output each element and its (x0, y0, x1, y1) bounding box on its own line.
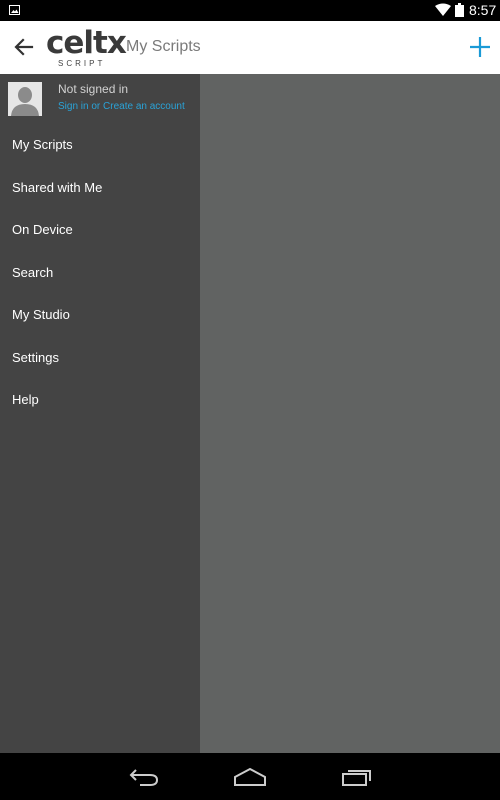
back-arrow-icon[interactable] (12, 35, 36, 59)
drawer-item-my-scripts[interactable]: My Scripts (0, 124, 200, 167)
account-status: Not signed in (58, 82, 129, 96)
logo-text: celtx (46, 25, 127, 61)
person-placeholder-icon (8, 82, 42, 116)
drawer-item-on-device[interactable]: On Device (0, 209, 200, 252)
logo-subtext: SCRIPT (58, 59, 106, 68)
content-area (200, 74, 500, 753)
nav-recents-icon[interactable] (340, 767, 374, 787)
drawer-menu: My Scripts Shared with Me On Device Sear… (0, 124, 200, 422)
status-bar: 8:57 (0, 0, 500, 21)
drawer-item-search[interactable]: Search (0, 252, 200, 295)
drawer-item-settings[interactable]: Settings (0, 337, 200, 380)
add-icon[interactable] (467, 34, 493, 60)
avatar (8, 82, 42, 116)
drawer-item-my-studio[interactable]: My Studio (0, 294, 200, 337)
drawer-item-help[interactable]: Help (0, 379, 200, 422)
navigation-drawer: Not signed in Sign in or Create an accou… (0, 74, 200, 753)
system-navigation-bar (0, 753, 500, 800)
wifi-icon (435, 3, 451, 16)
status-time: 8:57 (469, 2, 497, 18)
account-header: Not signed in Sign in or Create an accou… (0, 74, 200, 116)
sign-in-link[interactable]: Sign in or Create an account (58, 101, 185, 112)
page-title: My Scripts (126, 38, 201, 55)
drawer-item-shared-with-me[interactable]: Shared with Me (0, 167, 200, 210)
nav-back-icon[interactable] (128, 767, 160, 787)
action-bar: celtx SCRIPT My Scripts (0, 21, 500, 75)
battery-icon (455, 3, 464, 17)
app-logo: celtx SCRIPT (46, 25, 127, 69)
nav-home-icon[interactable] (233, 767, 267, 787)
notification-image-icon (9, 5, 20, 15)
